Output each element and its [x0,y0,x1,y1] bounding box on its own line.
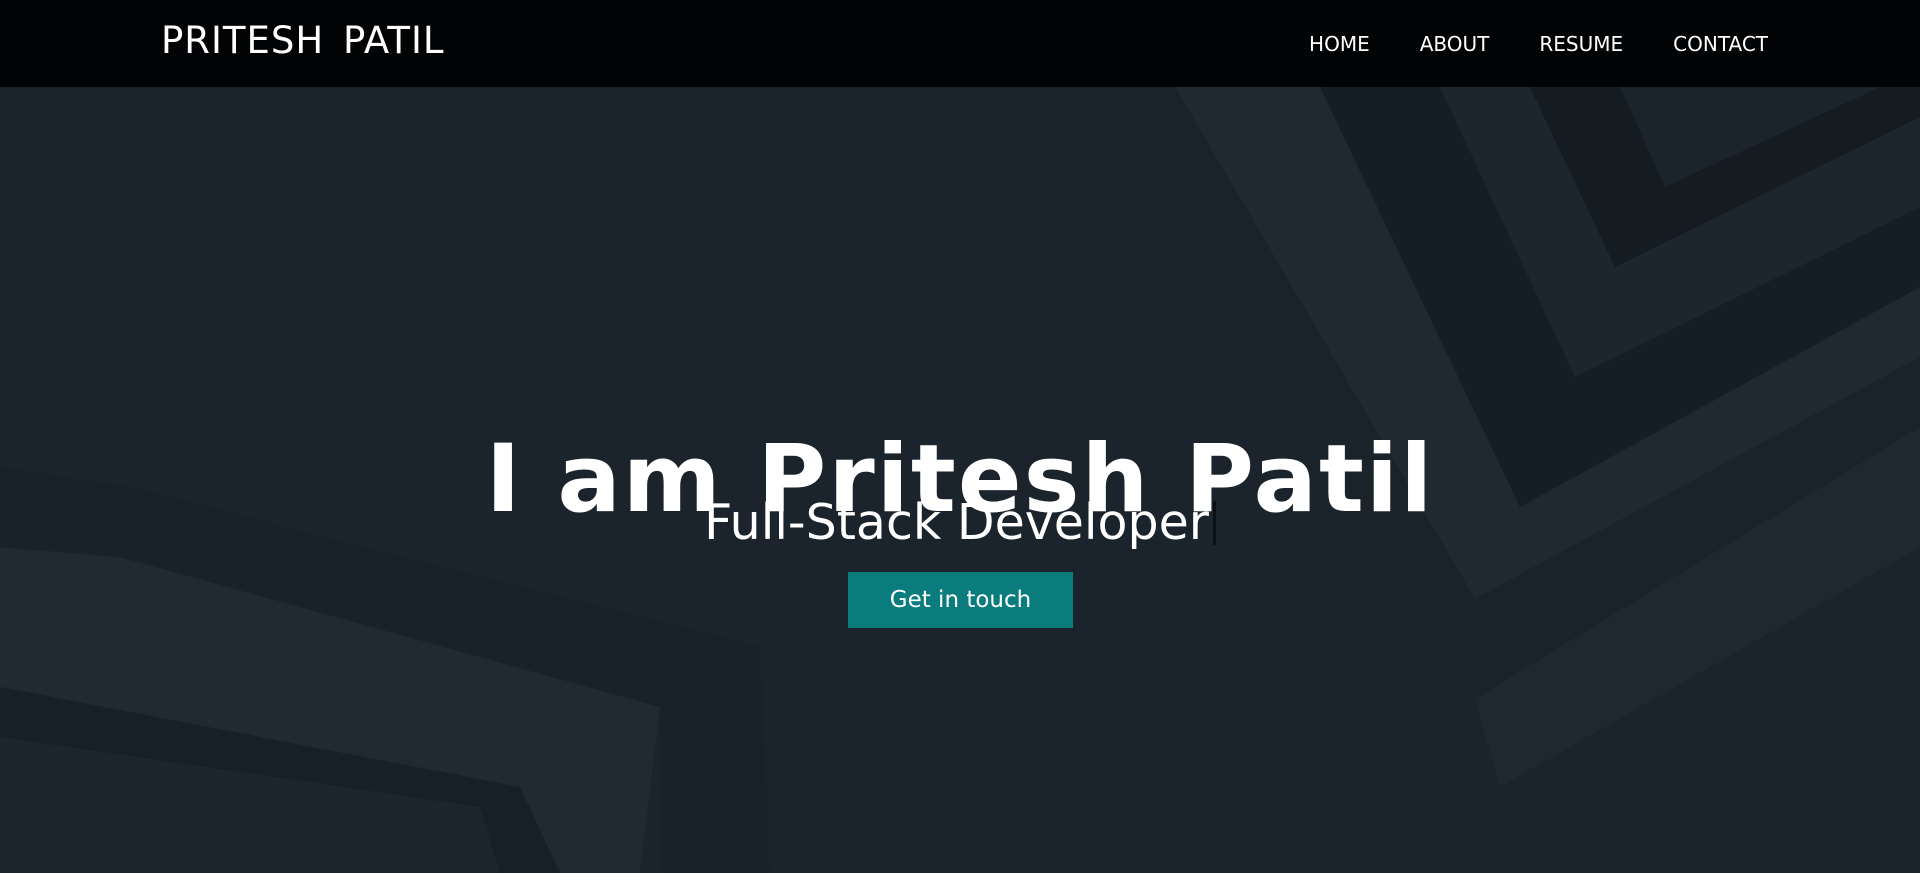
nav-link-resume[interactable]: RESUME [1539,32,1623,56]
nav-link-about[interactable]: ABOUT [1420,32,1490,56]
nav-link-contact[interactable]: CONTACT [1673,32,1768,56]
main-nav: HOME ABOUT RESUME CONTACT [1259,0,1768,87]
typing-cursor [1212,501,1216,545]
get-in-touch-button[interactable]: Get in touch [848,572,1073,628]
top-navbar: PRITESH PATIL HOME ABOUT RESUME CONTACT [0,0,1920,87]
site-brand[interactable]: PRITESH PATIL [161,22,445,59]
hero-section: I am Pritesh Patil Full-Stack Developer … [0,87,1920,873]
hero-subtitle-text: Full-Stack Developer [704,494,1209,551]
nav-link-home[interactable]: HOME [1309,32,1370,56]
hero-subtitle: Full-Stack Developer [0,498,1920,547]
